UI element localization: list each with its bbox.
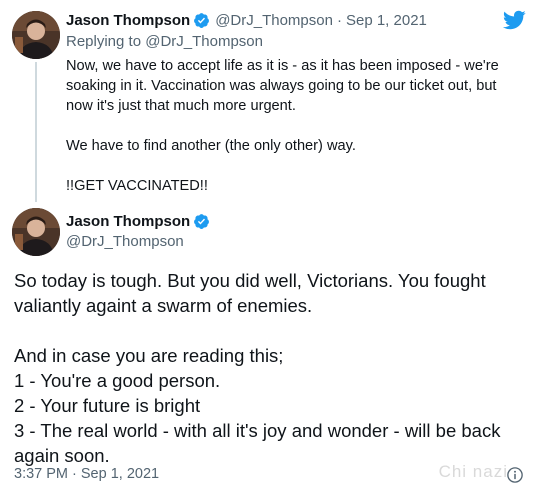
reply-tweet-text: Now, we have to accept life as it is - a… <box>66 56 516 196</box>
reply-paragraph: We have to find another (the only other)… <box>66 138 356 154</box>
main-tweet-line: 2 - Your future is bright <box>14 395 201 416</box>
replying-to-label: Replying to <box>66 33 142 50</box>
tweet-timestamp[interactable]: 3:37 PM · Sep 1, 2021 <box>14 466 159 482</box>
watermark: Chi nazi <box>438 462 508 481</box>
replying-to-line: Replying to @DrJ_Thompson <box>66 33 263 50</box>
tweet-date[interactable]: Sep 1, 2021 <box>346 12 427 29</box>
replying-to-mention[interactable]: @DrJ_Thompson <box>145 33 263 50</box>
reply-paragraph: Now, we have to accept life as it is - a… <box>66 58 499 114</box>
main-tweet-text: So today is tough. But you did well, Vic… <box>14 268 526 468</box>
author-handle[interactable]: @DrJ_Thompson <box>215 12 333 29</box>
twitter-bird-icon[interactable] <box>502 10 526 30</box>
author-name[interactable]: Jason Thompson <box>66 213 190 230</box>
author-name[interactable]: Jason Thompson <box>66 12 190 29</box>
separator-dot: · <box>336 11 342 29</box>
author-avatar[interactable] <box>12 208 60 256</box>
main-tweet-line: 1 - You're a good person. <box>14 370 221 391</box>
verified-badge-icon <box>194 213 210 229</box>
author-handle[interactable]: @DrJ_Thompson <box>66 232 210 252</box>
thread-connector-line <box>35 62 37 202</box>
main-tweet-line: So today is tough. But you did well, Vic… <box>14 270 486 316</box>
reply-tweet-header: Jason Thompson @DrJ_Thompson · Sep 1, 20… <box>66 9 427 31</box>
main-tweet-line: 3 - The real world - with all it's joy a… <box>14 420 501 466</box>
tweet-embed: Jason Thompson @DrJ_Thompson · Sep 1, 20… <box>0 0 540 489</box>
avatar-image <box>12 208 60 256</box>
main-tweet-line: And in case you are reading this; <box>14 345 284 366</box>
info-icon[interactable] <box>506 466 524 484</box>
main-tweet-header: Jason Thompson @DrJ_Thompson <box>66 211 210 252</box>
reply-paragraph: !!GET VACCINATED!! <box>66 178 208 194</box>
author-avatar[interactable] <box>12 11 60 59</box>
avatar-image <box>12 11 60 59</box>
verified-badge-icon <box>194 12 210 28</box>
